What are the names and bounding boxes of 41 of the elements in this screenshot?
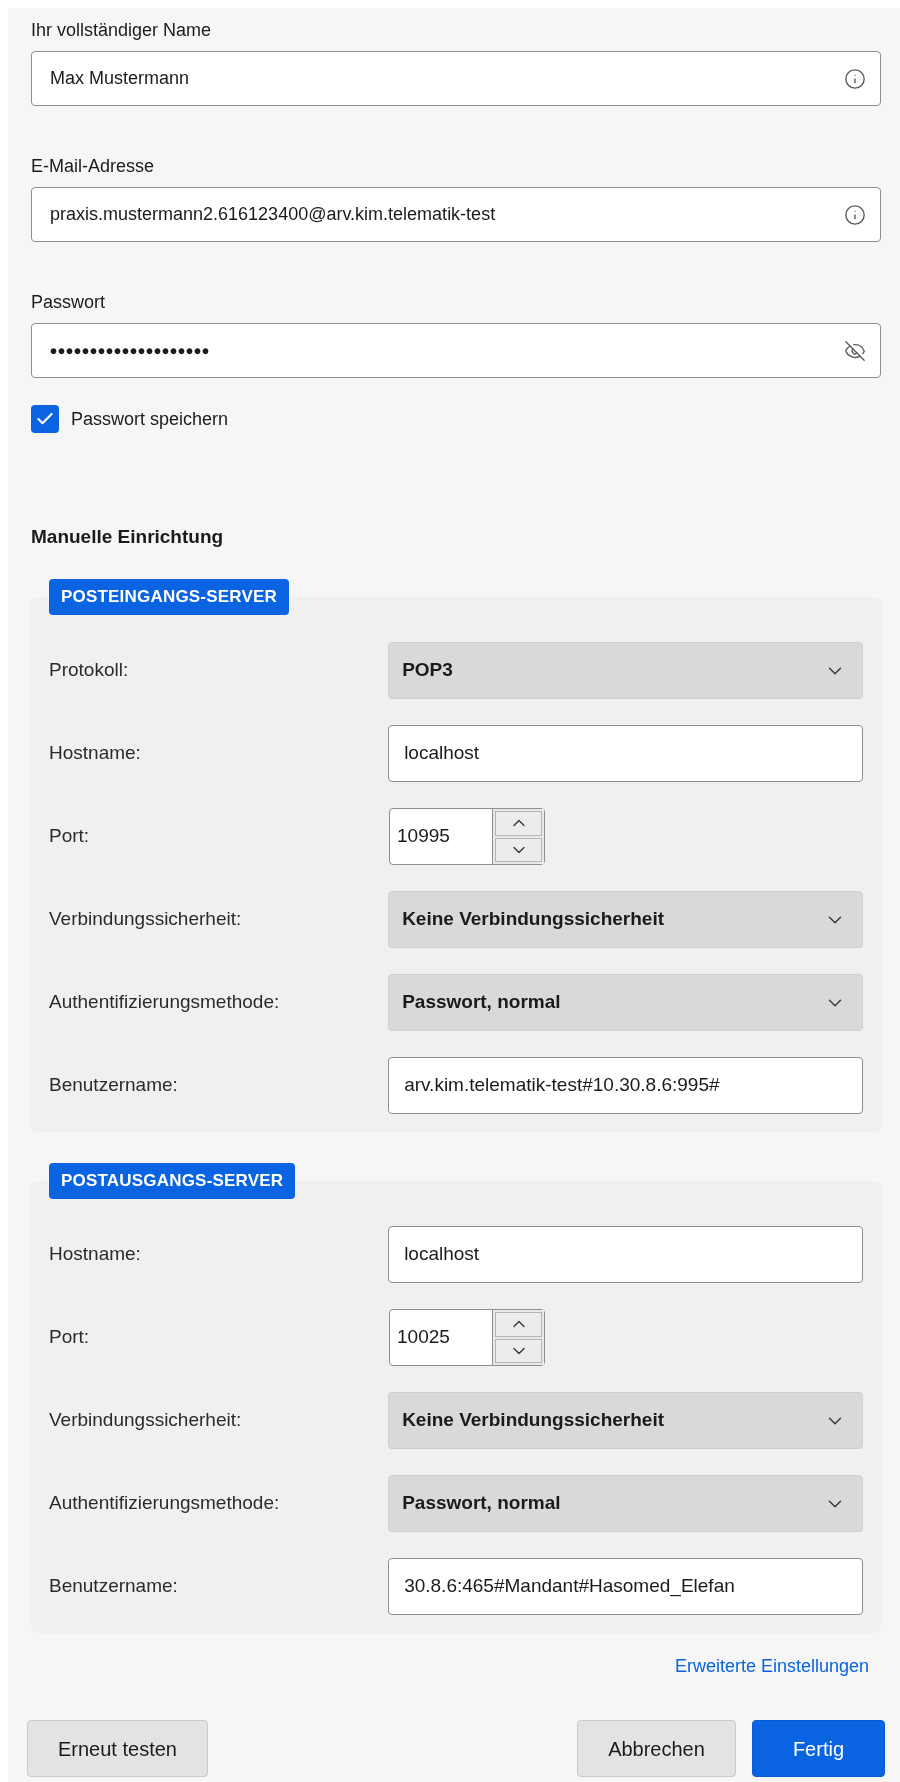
field-label: Ihr vollständiger Name [31,19,213,42]
secondary-button[interactable]: Erneut testen [27,1720,208,1777]
row-label: Verbindungssicherheit: [49,1408,243,1433]
section-title: Manuelle Einrichtung [31,525,225,549]
row-label: Port: [49,824,91,849]
row-label: Benutzername: [49,1073,179,1098]
checkbox-label[interactable]: Passwort speichern [71,405,229,433]
input-field[interactable]: praxis.mustermann2.616123400@arv.kim.telematik-test [31,187,881,242]
row-label: Benutzername: [49,1574,179,1599]
field-label: E-Mail-Adresse [31,155,156,178]
field-label: Passwort [31,291,107,314]
dropdown[interactable]: Keine Verbindungssicherheit [388,1392,863,1449]
advanced-settings-link[interactable]: Erweiterte Einstellungen [674,1654,869,1678]
row-label: Authentifizierungsmethode: [49,990,281,1015]
password-field[interactable]: •••••••••••••••••••• [31,323,881,378]
field-value: Max Mustermann [50,67,191,90]
input-field[interactable]: localhost [388,725,863,782]
primary-button[interactable]: Fertig [751,1720,885,1777]
hidden-eye-icon[interactable] [844,339,866,362]
field-value: •••••••••••••••••••• [50,338,212,364]
row-label: Hostname: [49,1242,142,1267]
input-field[interactable]: localhost [388,1226,863,1283]
dropdown[interactable]: Passwort, normal [388,1475,863,1532]
field-value: praxis.mustermann2.616123400@arv.kim.telematik-test [50,203,497,226]
dropdown[interactable]: Passwort, normal [388,974,863,1031]
dropdown[interactable]: POP3 [388,642,863,699]
checkbox[interactable] [31,405,59,433]
input-field[interactable]: arv.kim.telematik-test#10.30.8.6:995# [388,1057,863,1114]
info-icon[interactable] [844,67,866,90]
input-field[interactable]: 30.8.6:465#Mandant#Hasomed_Elefan [388,1558,863,1615]
section-badge: POSTEINGANGS-SERVER [49,579,290,615]
row-label: Authentifizierungsmethode: [49,1491,281,1516]
secondary-button[interactable]: Abbrechen [577,1720,736,1777]
row-label: Hostname: [49,741,142,766]
input-field[interactable]: Max Mustermann [31,51,881,106]
info-icon[interactable] [844,203,866,226]
row-label: Protokoll: [49,658,130,683]
row-label: Verbindungssicherheit: [49,907,243,932]
dropdown[interactable]: Keine Verbindungssicherheit [388,891,863,948]
section-badge: POSTAUSGANGS-SERVER [49,1163,296,1199]
row-label: Port: [49,1325,91,1350]
